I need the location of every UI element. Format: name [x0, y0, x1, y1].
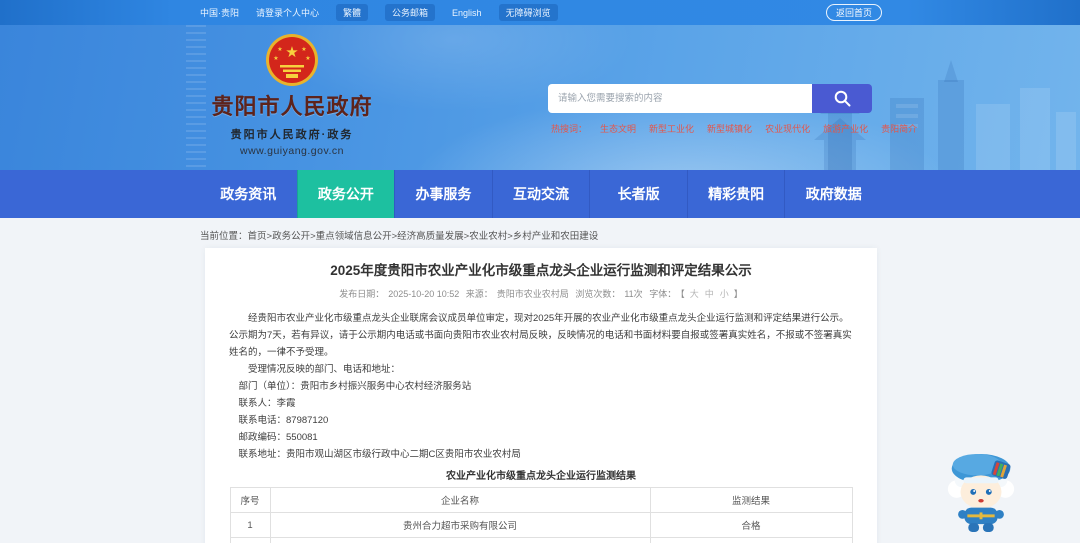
article-body: 经贵阳市农业产业化市级重点龙头企业联席会议成员单位审定，现对2025年开展的农业… [205, 310, 877, 463]
row-seq: 1 [229, 512, 271, 538]
nav-tab-gov-disclosure[interactable]: 政务公开 [296, 170, 395, 218]
header-result: 监测结果 [649, 487, 853, 513]
hot-word-ecology[interactable]: 生态文明 [600, 122, 636, 135]
nav-tab-wonderful-guiyang[interactable]: 精彩贵阳 [686, 170, 785, 218]
site-subtitle: 贵阳市人民政府·政务 [230, 129, 354, 141]
font-size-small[interactable]: 小 [720, 289, 729, 299]
source-value: 贵阳市农业农村局 [496, 289, 569, 299]
monitoring-result-table: 序号 企业名称 监测结果 1 贵州合力超市采购有限公司 合格 2 贵州友禾种业有… [229, 487, 853, 543]
font-size-bracket-open: 【 [680, 289, 685, 299]
article-meta: 发布日期： 2025-10-20 10:52 来源： 贵阳市农业农村局 浏览次数： 1… [205, 287, 877, 300]
row-result: 合格 [649, 537, 853, 543]
font-size-large[interactable]: 大 [690, 289, 699, 299]
hot-search-row: 热搜词： 生态文明 新型工业化 新型城镇化 农业现代化 旅游产业化 贵阳简介 [551, 122, 917, 135]
row-seq: 2 [229, 537, 271, 543]
result-table-caption: 农业产业化市级重点龙头企业运行监测结果 [446, 471, 636, 482]
topbar-link-traditional-chinese[interactable]: 繁體 [336, 4, 369, 21]
nav-tab-interaction[interactable]: 互动交流 [491, 170, 590, 218]
top-utility-bar: 中国·贵阳 请登录个人中心 繁體 公务邮箱 English 无障碍浏览 返回首页 [0, 0, 1080, 25]
font-size-label: 字体： [649, 289, 677, 299]
breadcrumb: 当前位置：首页>政务公开>重点领域信息公开>经济高质量发展>农业农村>乡村产业和… [200, 228, 598, 242]
hot-word-industry[interactable]: 新型工业化 [649, 122, 694, 135]
hot-word-urbanization[interactable]: 新型城镇化 [707, 122, 752, 135]
topbar-link-accessibility[interactable]: 无障碍浏览 [498, 4, 558, 21]
main-nav-bar: 政务资讯 政务公开 办事服务 互动交流 长者版 精彩贵阳 政府数据 [0, 170, 1080, 218]
nav-tab-gov-data[interactable]: 政府数据 [784, 170, 882, 218]
font-size-bracket-close: 】 [733, 289, 743, 299]
svg-text:★: ★ [277, 46, 282, 53]
contact-person: 联系人：李霞 [238, 398, 296, 409]
views-value: 11次 [624, 289, 643, 299]
contact-postcode: 邮政编码：550081 [238, 432, 318, 443]
views-label: 浏览次数： [575, 289, 621, 299]
row-company-name: 贵州合力超市采购有限公司 [269, 512, 651, 538]
nav-tab-news[interactable]: 政务资讯 [200, 170, 297, 218]
mascot-assistant[interactable] [942, 448, 1020, 534]
table-row: 2 贵州友禾种业有限公司 合格 [229, 537, 853, 543]
row-result: 合格 [649, 512, 853, 538]
topbar-link-official-mailbox[interactable]: 公务邮箱 [385, 4, 436, 21]
topbar-link-china-guiyang[interactable]: 中国·贵阳 [200, 6, 239, 19]
paragraph-announcement: 经贵阳市农业产业化市级重点龙头企业联席会议成员单位审定，现对2025年开展的农业… [229, 313, 852, 358]
site-name: 贵阳市人民政府 [211, 94, 373, 119]
hot-search-label: 热搜词： [551, 124, 588, 134]
search-icon [834, 90, 850, 107]
breadcrumb-label: 当前位置： [200, 231, 248, 242]
nav-tab-senior-version[interactable]: 长者版 [589, 170, 687, 218]
nav-tab-services[interactable]: 办事服务 [394, 170, 492, 218]
article-card: 2025年度贵阳市农业产业化市级重点龙头企业运行监测和评定结果公示 发布日期： 2… [205, 248, 877, 543]
national-emblem-icon: ★ ★ ★ ★ ★ [266, 34, 318, 86]
hot-word-tourism[interactable]: 旅游产业化 [823, 122, 868, 135]
publish-date-label: 发布日期： [339, 289, 385, 299]
back-home-button[interactable]: 返回首页 [825, 4, 882, 21]
paragraph-feedback-intro: 受理情况反映的部门、电话和地址： [248, 364, 401, 375]
source-label: 来源： [465, 289, 493, 299]
svg-text:★: ★ [285, 44, 298, 61]
site-url: www.guiyang.gov.cn [240, 145, 344, 157]
hot-word-agriculture[interactable]: 农业现代化 [765, 122, 810, 135]
site-logo-block[interactable]: ★ ★ ★ ★ ★ 贵阳市人民政府 贵阳市人民政府·政务 www.guiyang… [206, 33, 378, 157]
contact-phone: 联系电话：87987120 [238, 415, 329, 426]
header-seq: 序号 [229, 487, 271, 513]
svg-text:★: ★ [305, 55, 310, 62]
contact-department: 部门（单位）：贵阳市乡村振兴服务中心农村经济服务站 [238, 381, 472, 392]
header-company-name: 企业名称 [269, 487, 651, 513]
topbar-link-login-personal-center[interactable]: 请登录个人中心 [256, 6, 319, 19]
breadcrumb-path[interactable]: 首页>政务公开>重点领域信息公开>经济高质量发展>农业农村>乡村产业和农田建设 [248, 231, 599, 242]
hot-word-guiyang-intro[interactable]: 贵阳简介 [881, 122, 917, 135]
article-title: 2025年度贵阳市农业产业化市级重点龙头企业运行监测和评定结果公示 [330, 263, 752, 278]
search-box [548, 84, 872, 113]
publish-date: 2025-10-20 10:52 [388, 289, 460, 299]
row-company-name: 贵州友禾种业有限公司 [269, 537, 651, 543]
table-header-row: 序号 企业名称 监测结果 [229, 487, 853, 513]
table-row: 1 贵州合力超市采购有限公司 合格 [229, 512, 853, 538]
banner-decor-stripes [186, 25, 206, 170]
search-input[interactable] [548, 84, 812, 113]
topbar-link-english[interactable]: English [452, 8, 482, 18]
page: 中国·贵阳 请登录个人中心 繁體 公务邮箱 English 无障碍浏览 返回首页 [0, 0, 1080, 543]
site-banner: ★ ★ ★ ★ ★ 贵阳市人民政府 贵阳市人民政府·政务 www.guiyang… [0, 25, 1080, 170]
svg-text:★: ★ [273, 55, 278, 62]
svg-text:★: ★ [301, 46, 306, 53]
font-size-medium[interactable]: 中 [705, 289, 714, 299]
contact-address: 联系地址：贵阳市观山湖区市级行政中心二期C区贵阳市农业农村局 [238, 449, 521, 460]
search-button[interactable] [812, 84, 872, 113]
